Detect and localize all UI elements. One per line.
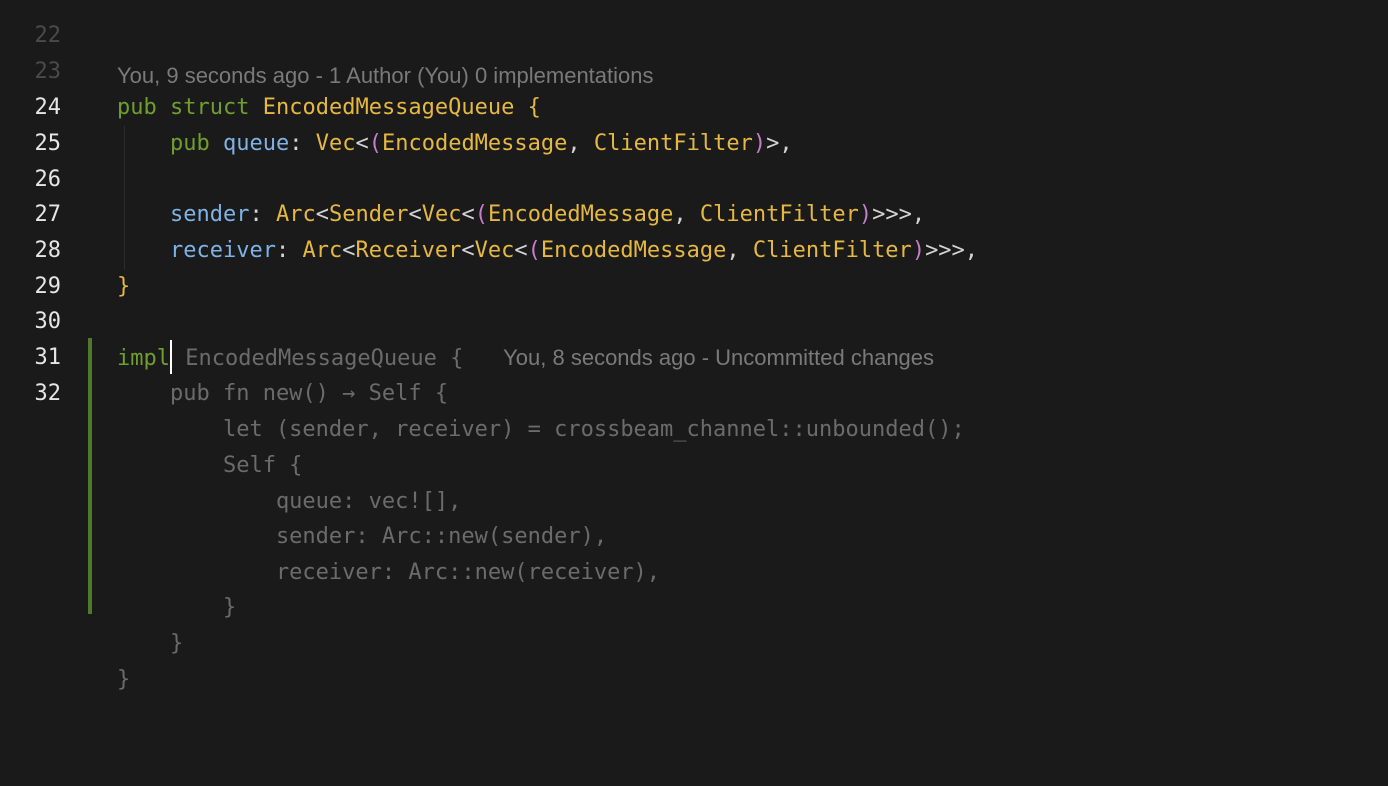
- type-name: Vec: [315, 131, 356, 156]
- inline-suggestion-line: let (sender, receiver) = crossbeam_chann…: [117, 417, 965, 442]
- keyword: pub: [169, 131, 210, 156]
- punctuation: <: [461, 238, 475, 263]
- type-name: EncodedMessage: [487, 202, 674, 227]
- field-name: receiver: [169, 238, 276, 263]
- type-name: Arc: [302, 238, 343, 263]
- punctuation: <: [408, 202, 422, 227]
- inline-suggestion-line: receiver: Arc::new(receiver),: [117, 560, 661, 585]
- inline-suggestion-line: queue: vec![],: [117, 489, 462, 514]
- inline-suggestion-line: }: [117, 595, 237, 620]
- punctuation: >>>,: [925, 238, 979, 263]
- paren: ): [752, 131, 767, 156]
- punctuation: <: [355, 131, 369, 156]
- keyword: struct: [170, 95, 250, 120]
- type-name: Vec: [474, 238, 515, 263]
- inline-suggestion-line: }: [117, 631, 184, 656]
- inline-suggestion[interactable]: EncodedMessageQueue {: [172, 346, 463, 371]
- type-name: ClientFilter: [699, 202, 859, 227]
- line-number: 29: [34, 274, 62, 299]
- punctuation: ,: [567, 131, 581, 156]
- punctuation: ,: [673, 202, 687, 227]
- paren: (: [368, 131, 382, 156]
- type-name: EncodedMessage: [540, 238, 727, 263]
- type-name: EncodedMessage: [381, 131, 568, 156]
- type-name: Receiver: [355, 238, 462, 263]
- paren: ): [911, 238, 926, 263]
- line-number: 24: [34, 95, 62, 120]
- field-name: sender: [169, 202, 250, 227]
- line-number: 28: [34, 238, 62, 263]
- brace: }: [117, 274, 131, 299]
- line-number: 23: [34, 59, 62, 84]
- punctuation: <: [342, 238, 356, 263]
- punctuation: :: [275, 238, 290, 263]
- line-number: 22: [34, 23, 62, 48]
- punctuation: <: [514, 238, 528, 263]
- code-line-27[interactable]: sender: Arc<Sender<Vec<(EncodedMessage, …: [117, 197, 925, 233]
- punctuation: >>>,: [872, 202, 926, 227]
- type-name: EncodedMessageQueue: [262, 95, 515, 120]
- punctuation: <: [461, 202, 475, 227]
- code-line-29[interactable]: }: [117, 269, 130, 305]
- type-name: ClientFilter: [752, 238, 912, 263]
- code-line-31[interactable]: impl EncodedMessageQueue { You, 8 second…: [117, 340, 934, 376]
- line-number: 25: [34, 131, 62, 156]
- line-number: 30: [34, 309, 62, 334]
- inline-suggestion-line: Self {: [117, 453, 303, 478]
- punctuation: :: [249, 202, 263, 227]
- git-blame-codelens[interactable]: You, 9 seconds ago - 1 Author (You) 0 im…: [117, 58, 654, 94]
- code-line-25[interactable]: pub queue: Vec<(EncodedMessage, ClientFi…: [117, 126, 793, 162]
- code-line-24[interactable]: pub struct EncodedMessageQueue {: [117, 90, 541, 126]
- type-name: ClientFilter: [593, 131, 753, 156]
- paren: (: [474, 202, 488, 227]
- inline-suggestion-line: pub fn new() → Self {: [117, 381, 449, 406]
- line-number: 27: [34, 202, 62, 227]
- inline-suggestion-line: sender: Arc::new(sender),: [117, 524, 608, 549]
- punctuation: ,: [726, 238, 740, 263]
- code-editor[interactable]: 22 23 24 25 26 27 28 29 30 31 32 You, 9 …: [0, 0, 1388, 786]
- paren: (: [527, 238, 541, 263]
- type-name: Sender: [328, 202, 409, 227]
- punctuation: >,: [766, 131, 793, 156]
- type-name: Vec: [421, 202, 462, 227]
- line-number: 26: [34, 167, 62, 192]
- keyword: impl: [117, 346, 170, 371]
- type-name: Arc: [275, 202, 316, 227]
- diff-added-indicator[interactable]: [88, 338, 92, 614]
- punctuation: <: [315, 202, 329, 227]
- punctuation: :: [289, 131, 303, 156]
- field-name: queue: [222, 131, 290, 156]
- inline-suggestion-line: }: [117, 667, 131, 692]
- inline-git-blame[interactable]: You, 8 seconds ago - Uncommitted changes: [503, 345, 934, 370]
- paren: ): [858, 202, 873, 227]
- line-number: 31: [34, 345, 62, 370]
- keyword: pub: [117, 95, 157, 120]
- line-number: 32: [34, 381, 62, 406]
- code-line-28[interactable]: receiver: Arc<Receiver<Vec<(EncodedMessa…: [117, 233, 978, 269]
- brace: {: [527, 95, 541, 120]
